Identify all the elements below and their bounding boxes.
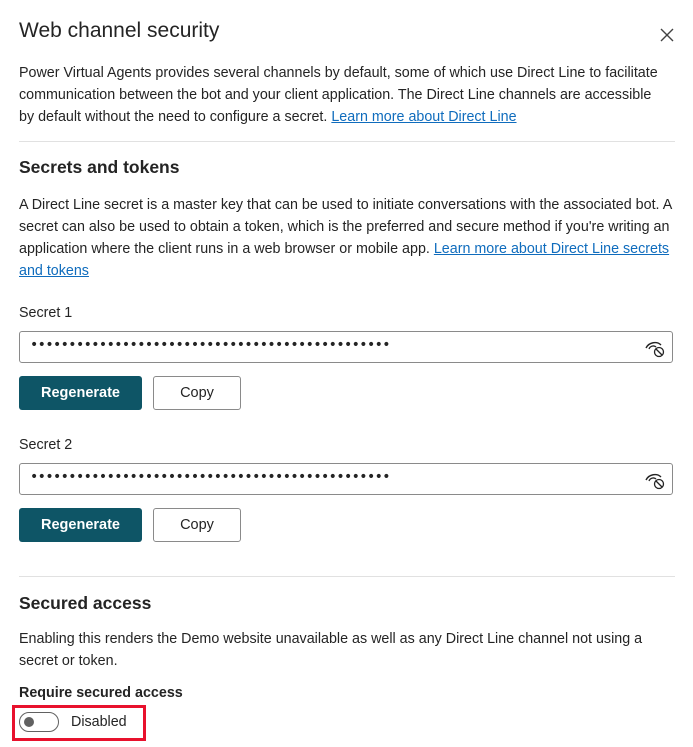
secured-access-description: Enabling this renders the Demo website u… (19, 631, 643, 669)
secret2-masked-value: ••••••••••••••••••••••••••••••••••••••••… (30, 469, 390, 485)
secured-access-heading: Secured access (19, 593, 152, 613)
secret2-label: Secret 2 (19, 437, 73, 453)
secret1-label: Secret 1 (19, 305, 73, 321)
divider (19, 576, 675, 577)
secret1-copy-button[interactable]: Copy (153, 376, 241, 410)
eye-hidden-icon[interactable] (644, 338, 666, 358)
secrets-heading: Secrets and tokens (19, 157, 180, 177)
eye-hidden-icon[interactable] (644, 470, 666, 490)
secret2-copy-button[interactable]: Copy (153, 508, 241, 542)
secret1-regenerate-button[interactable]: Regenerate (19, 376, 142, 410)
secrets-description: A Direct Line secret is a master key tha… (19, 194, 674, 282)
panel-title: Web channel security (19, 19, 220, 42)
require-secured-access-label: Require secured access (19, 685, 183, 701)
learn-more-direct-line-link[interactable]: Learn more about Direct Line (331, 109, 516, 125)
web-channel-security-panel: Web channel security Power Virtual Agent… (0, 0, 693, 747)
secret2-field[interactable]: ••••••••••••••••••••••••••••••••••••••••… (19, 463, 673, 495)
secret2-regenerate-button[interactable]: Regenerate (19, 508, 142, 542)
secret1-masked-value: ••••••••••••••••••••••••••••••••••••••••… (30, 337, 390, 353)
highlight-box (12, 705, 146, 741)
secret1-field[interactable]: ••••••••••••••••••••••••••••••••••••••••… (19, 331, 673, 363)
divider (19, 141, 675, 142)
close-icon[interactable] (656, 24, 678, 46)
intro-paragraph: Power Virtual Agents provides several ch… (19, 62, 669, 128)
